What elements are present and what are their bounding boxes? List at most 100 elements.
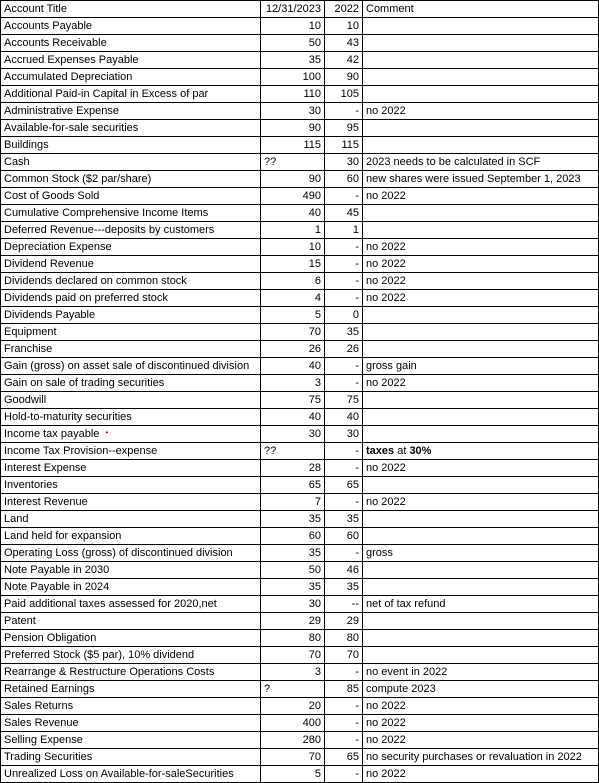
account-title-cell: Depreciation Expense — [1, 239, 261, 256]
table-row: Accumulated Depreciation10090 — [1, 69, 599, 86]
value-2022-cell: - — [325, 239, 363, 256]
account-title-cell: Accrued Expenses Payable — [1, 52, 261, 69]
value-2022-cell: 0 — [325, 307, 363, 324]
comment-cell — [363, 52, 599, 69]
comment-cell: 2023 needs to be calculated in SCF — [363, 154, 599, 171]
account-title-cell: Land — [1, 511, 261, 528]
value-2023-cell: 35 — [261, 511, 325, 528]
account-title-cell: Deferred Revenue---deposits by customers — [1, 222, 261, 239]
account-title-cell: Accounts Payable — [1, 18, 261, 35]
value-2022-cell: 1 — [325, 222, 363, 239]
value-2022-cell: 60 — [325, 528, 363, 545]
accounts-table: Account Title12/31/20232022CommentAccoun… — [0, 0, 599, 783]
table-row: Paid additional taxes assessed for 2020,… — [1, 596, 599, 613]
value-2022-cell: - — [325, 715, 363, 732]
table-row: Income tax payable3030 — [1, 426, 599, 443]
value-2022-cell: - — [325, 256, 363, 273]
table-row: Buildings115115 — [1, 137, 599, 154]
table-row: Hold-to-maturity securities4040 — [1, 409, 599, 426]
value-2023-cell: 40 — [261, 205, 325, 222]
account-title-cell: Accounts Receivable — [1, 35, 261, 52]
account-title-cell: Gain (gross) on asset sale of discontinu… — [1, 358, 261, 375]
table-row: Land held for expansion6060 — [1, 528, 599, 545]
value-2022-cell: - — [325, 290, 363, 307]
comment-cell: no 2022 — [363, 715, 599, 732]
value-2022-cell: 45 — [325, 205, 363, 222]
value-2023-cell: 1 — [261, 222, 325, 239]
account-title-cell: Inventories — [1, 477, 261, 494]
table-row: Inventories6565 — [1, 477, 599, 494]
value-2023-cell: 4 — [261, 290, 325, 307]
comment-cell — [363, 613, 599, 630]
table-row: Selling Expense280-no 2022 — [1, 732, 599, 749]
comment-cell: net of tax refund — [363, 596, 599, 613]
value-2023-cell: 40 — [261, 358, 325, 375]
account-title-cell: Franchise — [1, 341, 261, 358]
account-title-cell: Note Payable in 2030 — [1, 562, 261, 579]
value-2022-cell: 46 — [325, 562, 363, 579]
account-title-cell: Cash — [1, 154, 261, 171]
value-2022-cell: - — [325, 188, 363, 205]
value-2022-cell: 30 — [325, 426, 363, 443]
account-title-cell: Land held for expansion — [1, 528, 261, 545]
table-row: Cumulative Comprehensive Income Items404… — [1, 205, 599, 222]
value-2023-cell: 3 — [261, 664, 325, 681]
comment-cell: no 2022 — [363, 188, 599, 205]
account-title-cell: Goodwill — [1, 392, 261, 409]
account-title-cell: Unrealized Loss on Available-for-saleSec… — [1, 766, 261, 783]
value-2022-cell: 70 — [325, 647, 363, 664]
value-2023-cell: 90 — [261, 171, 325, 188]
account-title-cell: Accumulated Depreciation — [1, 69, 261, 86]
account-title-cell: Common Stock ($2 par/share) — [1, 171, 261, 188]
value-2022-cell: 26 — [325, 341, 363, 358]
value-2022-cell: 95 — [325, 120, 363, 137]
comment-cell: no 2022 — [363, 273, 599, 290]
account-title-cell: Operating Loss (gross) of discontinued d… — [1, 545, 261, 562]
value-2022-cell: 29 — [325, 613, 363, 630]
value-2022-cell: 65 — [325, 749, 363, 766]
value-2023-cell: 50 — [261, 35, 325, 52]
column-header: Account Title — [1, 1, 261, 18]
value-2023-cell: 20 — [261, 698, 325, 715]
comment-cell — [363, 137, 599, 154]
comment-cell: no 2022 — [363, 732, 599, 749]
account-title-cell: Sales Returns — [1, 698, 261, 715]
value-2022-cell: - — [325, 494, 363, 511]
table-row: Accrued Expenses Payable3542 — [1, 52, 599, 69]
value-2023-cell: 90 — [261, 120, 325, 137]
value-2022-cell: - — [325, 375, 363, 392]
comment-cell — [363, 324, 599, 341]
table-row: Dividend Revenue15-no 2022 — [1, 256, 599, 273]
account-title-cell: Gain on sale of trading securities — [1, 375, 261, 392]
comment-cell: gross gain — [363, 358, 599, 375]
table-row: Equipment7035 — [1, 324, 599, 341]
value-2022-cell: 35 — [325, 579, 363, 596]
value-2022-cell: 85 — [325, 681, 363, 698]
value-2022-cell: 43 — [325, 35, 363, 52]
value-2022-cell: 30 — [325, 154, 363, 171]
comment-cell — [363, 511, 599, 528]
table-row: Trading Securities7065no security purcha… — [1, 749, 599, 766]
value-2023-cell: 60 — [261, 528, 325, 545]
column-header: 2022 — [325, 1, 363, 18]
comment-cell — [363, 426, 599, 443]
account-title-cell: Income tax payable — [1, 426, 261, 443]
value-2022-cell: 90 — [325, 69, 363, 86]
value-2022-cell: 115 — [325, 137, 363, 154]
comment-cell: no 2022 — [363, 256, 599, 273]
account-title-cell: Cost of Goods Sold — [1, 188, 261, 205]
value-2023-cell: 70 — [261, 647, 325, 664]
account-title-cell: Administrative Expense — [1, 103, 261, 120]
value-2023-cell: 115 — [261, 137, 325, 154]
value-2023-cell: 35 — [261, 52, 325, 69]
account-title-cell: Patent — [1, 613, 261, 630]
account-title-cell: Preferred Stock ($5 par), 10% dividend — [1, 647, 261, 664]
value-2023-cell: 3 — [261, 375, 325, 392]
value-2022-cell: 80 — [325, 630, 363, 647]
value-2022-cell: 105 — [325, 86, 363, 103]
table-row: Preferred Stock ($5 par), 10% dividend70… — [1, 647, 599, 664]
comment-cell: no 2022 — [363, 766, 599, 783]
table-row: Dividends Payable50 — [1, 307, 599, 324]
value-2022-cell: 35 — [325, 511, 363, 528]
value-2023-cell: 29 — [261, 613, 325, 630]
